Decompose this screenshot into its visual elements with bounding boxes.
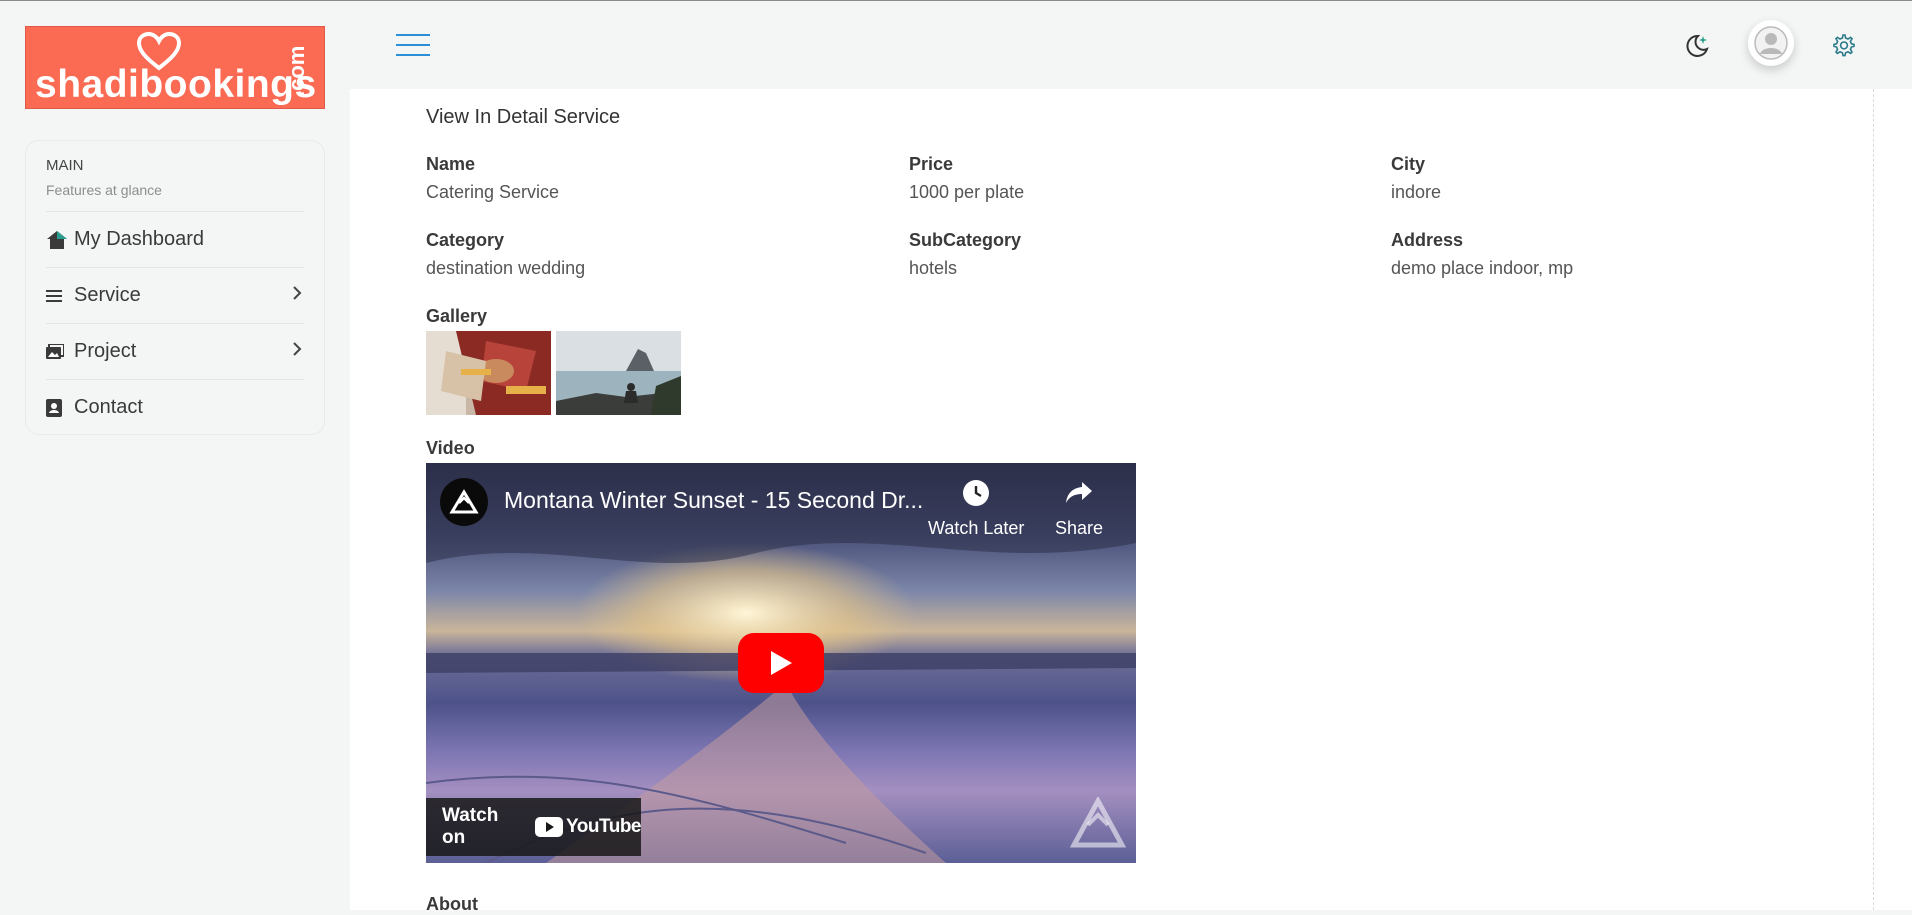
name-value: Catering Service	[426, 182, 560, 202]
sidebar-item-label: Project	[74, 340, 137, 362]
page-title: View In Detail Service	[426, 106, 621, 128]
video-label: Video	[426, 438, 475, 458]
gallery-label: Gallery	[426, 306, 488, 326]
sidebar-section-title: MAIN	[46, 157, 84, 174]
sidebar: MAIN Features at glance My Dashboard Ser…	[25, 140, 325, 435]
price-label: Price	[909, 154, 954, 174]
brand-name: shadibookings	[35, 63, 317, 106]
city-value: indore	[1391, 182, 1442, 202]
sidebar-item-contact[interactable]: Contact	[46, 379, 304, 435]
watch-on-label: Watch on	[442, 805, 499, 848]
sidebar-section-subtitle: Features at glance	[46, 182, 162, 198]
play-icon	[771, 651, 792, 675]
city-label: City	[1391, 154, 1426, 174]
sidebar-item-dashboard[interactable]: My Dashboard	[46, 211, 304, 267]
gallery-image-sea[interactable]	[556, 331, 681, 415]
subcategory-label: SubCategory	[909, 230, 1022, 250]
sidebar-item-project[interactable]: Project	[46, 323, 304, 379]
video-title[interactable]: Montana Winter Sunset - 15 Second Dr...	[504, 487, 923, 514]
about-label: About	[426, 894, 478, 914]
brand-logo[interactable]: shadibookings .com	[25, 26, 325, 109]
chevron-right-icon	[293, 342, 302, 356]
sidebar-item-label: Service	[74, 284, 141, 306]
watch-on-youtube-button[interactable]: Watch on YouTube	[426, 798, 641, 856]
watch-later-label: Watch Later	[928, 518, 1025, 538]
address-value: demo place indoor, mp	[1391, 258, 1574, 278]
sidebar-item-label: My Dashboard	[74, 228, 205, 250]
price-value: 1000 per plate	[909, 182, 1025, 202]
channel-logo-icon[interactable]	[440, 478, 488, 526]
home-icon	[46, 228, 70, 252]
user-avatar-icon	[1754, 26, 1788, 60]
play-button[interactable]	[738, 633, 824, 693]
gear-icon[interactable]	[1831, 33, 1855, 57]
images-icon	[46, 340, 70, 364]
address-label: Address	[1391, 230, 1464, 250]
youtube-wordmark: YouTube	[566, 816, 641, 837]
contact-book-icon	[46, 396, 70, 420]
moon-icon[interactable]	[1684, 33, 1710, 59]
category-value: destination wedding	[426, 258, 586, 278]
list-icon	[46, 284, 70, 308]
sidebar-item-service[interactable]: Service	[46, 267, 304, 323]
video-player[interactable]: Montana Winter Sunset - 15 Second Dr... …	[426, 463, 1136, 863]
gallery-image-wedding[interactable]	[426, 331, 551, 415]
share-icon	[1066, 482, 1093, 503]
user-avatar-button[interactable]	[1748, 20, 1794, 66]
brand-suffix: .com	[284, 45, 309, 97]
channel-watermark-icon	[1070, 797, 1126, 848]
watch-later-button[interactable]: Watch Later	[928, 479, 1024, 539]
share-button[interactable]: Share	[1055, 479, 1103, 539]
youtube-play-icon	[535, 817, 564, 837]
name-label: Name	[426, 154, 476, 174]
share-label: Share	[1055, 518, 1104, 538]
sidebar-item-label: Contact	[74, 396, 143, 418]
top-border	[0, 0, 1912, 1]
clock-icon	[963, 480, 990, 506]
category-label: Category	[426, 230, 505, 250]
hamburger-menu-button[interactable]	[396, 34, 430, 58]
subcategory-value: hotels	[909, 258, 958, 278]
chevron-right-icon	[293, 286, 302, 300]
